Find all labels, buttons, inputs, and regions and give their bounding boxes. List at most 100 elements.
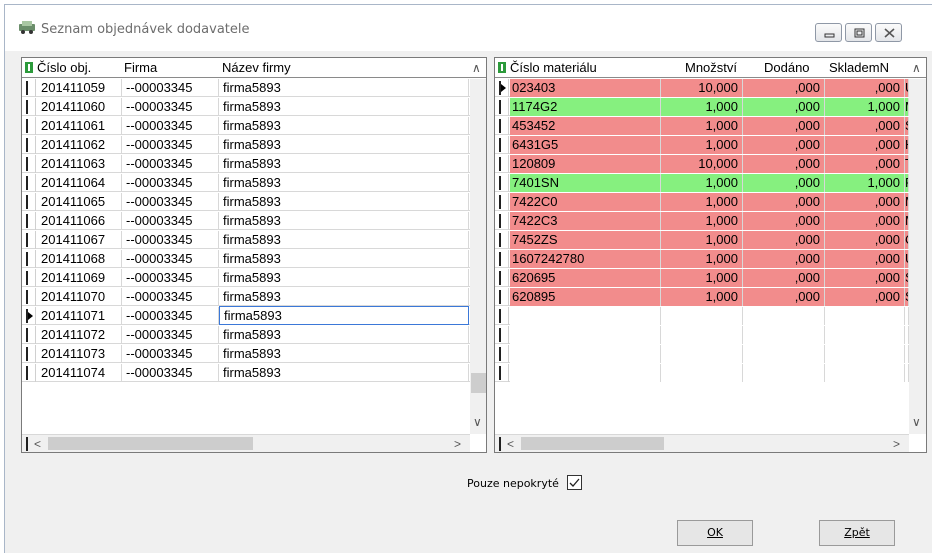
quantity-cell[interactable]	[661, 345, 743, 363]
company-cell[interactable]: --00003345	[122, 117, 219, 135]
delivered-cell[interactable]	[743, 326, 825, 344]
table-row[interactable]: 201411061 --00003345 firma5893	[22, 117, 470, 135]
stock-cell[interactable]: ,000	[825, 250, 905, 268]
stock-cell[interactable]	[825, 364, 905, 382]
table-row[interactable]: 201411066 --00003345 firma5893	[22, 212, 470, 230]
orders-hscroll-thumb[interactable]	[48, 437, 253, 450]
company-name-cell[interactable]: firma5893	[219, 193, 469, 211]
material-number-cell[interactable]	[510, 345, 661, 363]
scroll-left-icon[interactable]: <	[34, 437, 41, 451]
company-name-cell[interactable]: firma5893	[219, 174, 469, 192]
quantity-cell[interactable]: 1,000	[661, 136, 743, 154]
delivered-cell[interactable]: ,000	[743, 231, 825, 249]
order-number-cell[interactable]: 201411065	[37, 193, 122, 211]
materials-hscroll-thumb[interactable]	[521, 437, 664, 450]
maximize-button[interactable]	[845, 23, 872, 42]
table-row[interactable]: 7422C31,000,000,000M	[495, 212, 909, 230]
company-cell[interactable]: --00003345	[122, 136, 219, 154]
order-number-cell[interactable]: 201411064	[37, 174, 122, 192]
quantity-cell[interactable]: 1,000	[661, 117, 743, 135]
table-row[interactable]: 201411071 --00003345 firma5893	[22, 306, 470, 325]
company-name-cell[interactable]: firma5893	[219, 98, 469, 116]
orders-grid[interactable]: Číslo obj. Firma Název firmy ∧ 201411059…	[21, 57, 487, 453]
order-number-cell[interactable]: 201411073	[37, 345, 122, 363]
stock-cell[interactable]: ,000	[825, 269, 905, 287]
company-name-cell[interactable]: firma5893	[219, 79, 469, 97]
material-number-cell[interactable]: 7422C0	[510, 193, 661, 211]
column-header-company-name[interactable]: Název firmy	[222, 60, 291, 75]
company-name-cell[interactable]: firma5893	[219, 364, 469, 382]
stock-cell[interactable]: ,000	[825, 117, 905, 135]
company-name-cell[interactable]: firma5893	[219, 326, 469, 344]
material-number-cell[interactable]: 1607242780	[510, 250, 661, 268]
table-row[interactable]: 4534521,000,000,000S	[495, 117, 909, 135]
material-number-cell[interactable]	[510, 326, 661, 344]
scroll-up-icon[interactable]: ∧	[472, 61, 481, 75]
table-row[interactable]: 1174G21,000,0001,000M	[495, 98, 909, 116]
stock-cell[interactable]: 1,000	[825, 98, 905, 116]
quantity-cell[interactable]: 1,000	[661, 174, 743, 192]
stock-cell[interactable]	[825, 307, 905, 325]
order-number-cell[interactable]: 201411066	[37, 212, 122, 230]
quantity-cell[interactable]: 10,000	[661, 79, 743, 97]
quantity-cell[interactable]: 1,000	[661, 250, 743, 268]
order-number-cell[interactable]: 201411072	[37, 326, 122, 344]
company-cell[interactable]: --00003345	[122, 364, 219, 382]
table-row[interactable]: 201411059 --00003345 firma5893	[22, 79, 470, 97]
quantity-cell[interactable]: 1,000	[661, 212, 743, 230]
material-number-cell[interactable]: 6431G5	[510, 136, 661, 154]
quantity-cell[interactable]	[661, 364, 743, 382]
stock-cell[interactable]: ,000	[825, 155, 905, 173]
order-number-cell[interactable]: 201411060	[37, 98, 122, 116]
column-header-material-number[interactable]: Číslo materiálu	[510, 60, 597, 75]
order-number-cell[interactable]: 201411059	[37, 79, 122, 97]
order-number-cell[interactable]: 201411068	[37, 250, 122, 268]
table-row[interactable]: 6206951,000,000,000S	[495, 269, 909, 287]
minimize-button[interactable]	[815, 23, 842, 42]
close-button[interactable]	[875, 23, 902, 42]
materials-vertical-scrollbar[interactable]: ∨	[909, 79, 926, 434]
material-number-cell[interactable]	[510, 364, 661, 382]
orders-scroll-thumb[interactable]	[471, 373, 486, 393]
material-number-cell[interactable]: 620695	[510, 269, 661, 287]
orders-vertical-scrollbar[interactable]: ∨	[470, 79, 486, 434]
material-number-cell[interactable]: 120809	[510, 155, 661, 173]
table-row[interactable]: 02340310,000,000,000U	[495, 79, 909, 97]
grid-menu-icon[interactable]	[25, 62, 33, 73]
table-row[interactable]: 201411069 --00003345 firma5893	[22, 269, 470, 287]
stock-cell[interactable]: ,000	[825, 231, 905, 249]
quantity-cell[interactable]: 1,000	[661, 288, 743, 306]
order-number-cell[interactable]: 201411069	[37, 269, 122, 287]
company-cell[interactable]: --00003345	[122, 174, 219, 192]
stock-cell[interactable]	[825, 326, 905, 344]
order-number-cell[interactable]: 201411061	[37, 117, 122, 135]
quantity-cell[interactable]: 1,000	[661, 98, 743, 116]
material-number-cell[interactable]: 023403	[510, 79, 661, 97]
company-cell[interactable]: --00003345	[122, 307, 219, 325]
stock-cell[interactable]: ,000	[825, 79, 905, 97]
stock-cell[interactable]	[825, 345, 905, 363]
delivered-cell[interactable]: ,000	[743, 79, 825, 97]
quantity-cell[interactable]: 10,000	[661, 155, 743, 173]
table-row[interactable]: 7422C01,000,000,000M	[495, 193, 909, 211]
materials-grid[interactable]: Číslo materiálu Množství Dodáno SklademN…	[494, 57, 927, 453]
table-row[interactable]: 201411065 --00003345 firma5893	[22, 193, 470, 211]
material-number-cell[interactable]	[510, 307, 661, 325]
order-number-cell[interactable]: 201411071	[37, 307, 122, 325]
delivered-cell[interactable]: ,000	[743, 269, 825, 287]
stock-cell[interactable]: ,000	[825, 288, 905, 306]
scroll-down-icon[interactable]: ∨	[473, 415, 482, 429]
delivered-cell[interactable]	[743, 345, 825, 363]
company-name-cell[interactable]: firma5893	[219, 117, 469, 135]
stock-cell[interactable]: ,000	[825, 212, 905, 230]
delivered-cell[interactable]: ,000	[743, 98, 825, 116]
scroll-up-icon[interactable]: ∧	[912, 61, 921, 75]
company-cell[interactable]: --00003345	[122, 250, 219, 268]
back-button[interactable]: Zpět	[819, 520, 895, 546]
company-cell[interactable]: --00003345	[122, 326, 219, 344]
empty-row[interactable]	[495, 345, 909, 363]
table-row[interactable]: 16072427801,000,000,000U	[495, 250, 909, 268]
column-header-company[interactable]: Firma	[124, 60, 157, 75]
table-row[interactable]: 7452ZS1,000,000,000C	[495, 231, 909, 249]
quantity-cell[interactable]	[661, 307, 743, 325]
